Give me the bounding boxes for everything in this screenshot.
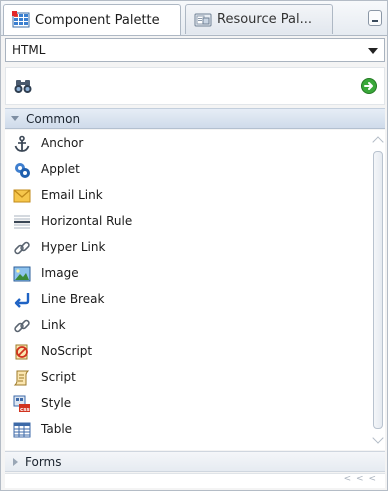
noscript-icon [15, 344, 28, 360]
category-forms-header[interactable]: Forms [5, 451, 385, 472]
list-item-applet[interactable]: Applet [5, 157, 371, 183]
binoculars-icon [14, 80, 32, 93]
category-forms-label: Forms [25, 454, 62, 469]
hyperlink-icon [14, 241, 30, 255]
tab-component-palette[interactable]: Component Palette [3, 4, 181, 35]
dropdown-selected-value: HTML [12, 43, 46, 57]
list-item-anchor[interactable]: Anchor [5, 131, 371, 157]
list-item-label: Script [41, 370, 76, 384]
list-item-label: Hyper Link [41, 240, 106, 254]
resize-grip-icon[interactable]: < < < [344, 474, 377, 484]
resource-palette-icon [194, 13, 212, 26]
list-item-script[interactable]: Script [5, 365, 371, 391]
component-palette-panel: Component Palette Resource Pal... HTML C… [0, 0, 388, 491]
style-icon: css [13, 395, 31, 413]
component-palette-icon [12, 11, 30, 28]
scroll-up-icon[interactable] [372, 136, 384, 148]
svg-text:css: css [20, 407, 31, 413]
tab-resource-palette[interactable]: Resource Pal... [185, 4, 333, 34]
tab-component-palette-label: Component Palette [35, 12, 160, 28]
list-item-label: Image [41, 266, 79, 280]
expand-triangle-icon [13, 457, 18, 466]
category-common-header[interactable]: Common [5, 108, 385, 129]
applet-icon [15, 163, 30, 178]
palette-page-dropdown[interactable]: HTML [5, 38, 385, 62]
collapse-triangle-icon [11, 116, 19, 121]
anchor-icon [14, 135, 30, 152]
tab-strip: Component Palette Resource Pal... [1, 1, 387, 36]
list-item-label: NoScript [41, 344, 93, 358]
list-item-hyper-link[interactable]: Hyper Link [5, 235, 371, 261]
search-row [5, 67, 385, 105]
list-item-label: Table [41, 422, 73, 436]
list-item-link[interactable]: Link [5, 313, 371, 339]
horizontal-rule-icon [14, 215, 30, 229]
scroll-down-icon[interactable] [372, 432, 384, 444]
list-item-table[interactable]: Table [5, 417, 371, 443]
link-icon [14, 319, 30, 333]
list-item-label: Anchor [41, 136, 84, 150]
list-item-label: Email Link [41, 188, 103, 202]
image-icon [13, 266, 31, 282]
go-arrow-icon[interactable] [361, 78, 377, 94]
scrollbar-thumb[interactable] [373, 151, 383, 429]
category-common-label: Common [26, 111, 81, 126]
line-break-icon [14, 293, 30, 308]
component-list: Anchor Applet Email Link Horizontal Rule… [5, 130, 371, 450]
bottom-strip: < < < [5, 473, 385, 488]
list-item-email-link[interactable]: Email Link [5, 183, 371, 209]
vertical-scrollbar[interactable] [371, 130, 385, 450]
minimize-button[interactable] [368, 10, 382, 26]
search-input[interactable] [40, 74, 362, 100]
list-item-label: Horizontal Rule [41, 214, 133, 228]
tab-resource-palette-label: Resource Pal... [217, 12, 312, 27]
list-item-label: Line Break [41, 292, 105, 306]
script-icon [13, 370, 30, 386]
table-icon [13, 422, 31, 438]
list-item-label: Applet [41, 162, 80, 176]
list-item-noscript[interactable]: NoScript [5, 339, 371, 365]
chevron-down-icon[interactable] [368, 48, 378, 54]
list-item-image[interactable]: Image [5, 261, 371, 287]
list-item-label: Style [41, 396, 72, 410]
list-item-style[interactable]: css Style [5, 391, 371, 417]
list-item-line-break[interactable]: Line Break [5, 287, 371, 313]
list-item-horizontal-rule[interactable]: Horizontal Rule [5, 209, 371, 235]
email-link-icon [13, 189, 31, 203]
list-item-label: Link [41, 318, 66, 332]
